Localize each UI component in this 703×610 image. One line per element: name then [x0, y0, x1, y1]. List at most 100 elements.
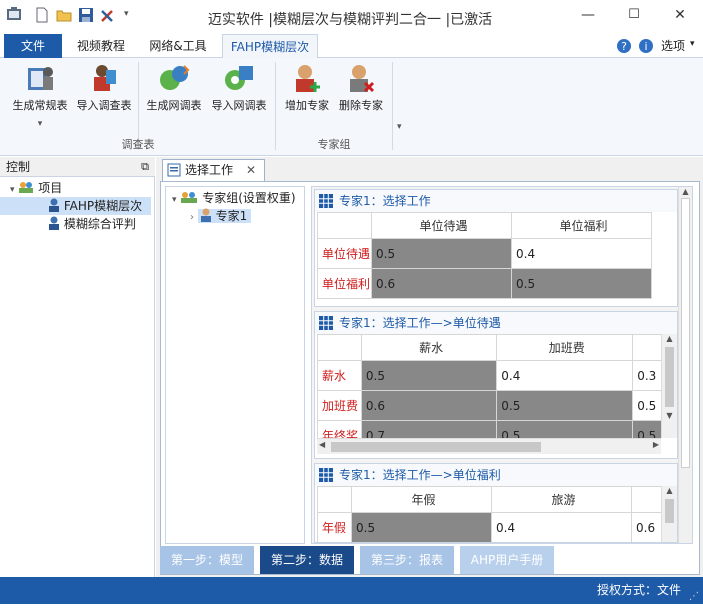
column-header: [632, 334, 663, 361]
matrix-viewport: 年假 旅游 年假 0.5 0.4 0.6: [317, 486, 663, 542]
collapse-icon[interactable]: ▾: [10, 185, 15, 195]
ahp-manual-button[interactable]: AHP用户手册: [460, 546, 554, 574]
tab-network-tools[interactable]: 网络&工具: [142, 34, 214, 58]
group-icon: [181, 192, 198, 203]
quick-access-dropdown-icon[interactable]: ▾: [124, 9, 129, 19]
document-area: 选择工作 ✕ ▾ 专家组(设置权重) › 专家1 专家1：选择工作 单位待遇 单…: [156, 157, 703, 577]
matrix-title-text: 专家1：选择工作—>单位待遇: [339, 316, 501, 330]
step-2-data-button[interactable]: 第二步：数据: [260, 546, 354, 574]
window-title: 迈实软件 |模糊层次与模糊评判二合一 |已激活: [207, 12, 493, 28]
matrix-cell[interactable]: 0.4: [496, 360, 634, 391]
license-status: 授权方式：文件: [596, 583, 681, 597]
vertical-scrollbar[interactable]: ▲ ▼: [661, 334, 677, 438]
matrix-cell[interactable]: 0.6: [371, 268, 512, 299]
open-folder-icon[interactable]: [56, 7, 72, 23]
ribbon-collapse-icon[interactable]: ▾: [397, 122, 402, 132]
matrix-title: 专家1：选择工作—>单位福利: [315, 464, 677, 486]
add-user-icon: [296, 65, 320, 92]
import-icon: [94, 65, 116, 91]
close-button[interactable]: ✕: [657, 0, 703, 30]
row-header: 年假: [317, 512, 352, 542]
table-row: 单位福利 0.6 0.5: [317, 268, 652, 299]
matrix-table: 年假 旅游 年假 0.5 0.4 0.6: [317, 486, 662, 542]
tab-file[interactable]: 文件: [4, 34, 62, 58]
matrix-cell[interactable]: 0.5: [351, 512, 492, 542]
svg-text:i: i: [644, 40, 647, 53]
collapse-icon[interactable]: ▾: [172, 195, 177, 205]
info-icon[interactable]: i: [638, 38, 654, 54]
matrix-cell[interactable]: 0.5: [632, 390, 663, 421]
person-icon: [49, 198, 59, 212]
group-label-survey: 调查表: [121, 138, 155, 151]
matrix-cell[interactable]: 0.5: [496, 420, 634, 438]
horizontal-scrollbar[interactable]: ◀ ▶: [317, 438, 661, 454]
expert-1-label: 专家1: [215, 209, 248, 223]
options-menu[interactable]: 选项: [658, 34, 688, 58]
matrix-table: 薪水 加班费 薪水 0.5 0.4 0.3 加班费 0.6 0.5 0.5 年终…: [317, 334, 663, 438]
table-corner: [317, 212, 372, 239]
import-web-form-button[interactable]: 导入网调表: [206, 62, 272, 118]
doc-tab-label: 选择工作: [185, 163, 234, 177]
tree-item-project-label: 项目: [38, 181, 63, 195]
remove-expert-button[interactable]: 删除专家: [334, 62, 388, 118]
row-header: 薪水: [317, 360, 362, 391]
tree-item-expert-group[interactable]: ▾ 专家组(设置权重): [166, 189, 304, 207]
form-icon: [28, 67, 53, 90]
generate-web-form-button[interactable]: 生成网调表: [142, 62, 206, 118]
tree-item-fahp[interactable]: FAHP模糊层次: [0, 197, 151, 215]
tree-item-expert-1[interactable]: › 专家1: [166, 207, 304, 225]
add-expert-label: 增加专家: [285, 99, 329, 112]
matrix-title-text: 专家1：选择工作—>单位福利: [339, 468, 501, 482]
web-import-icon: [225, 66, 253, 90]
import-survey-label: 导入调查表: [76, 99, 132, 112]
step-1-model-button[interactable]: 第一步：模型: [160, 546, 254, 574]
app-icon[interactable]: [6, 6, 22, 22]
tree-item-fuzzy-eval[interactable]: 模糊综合评判: [0, 215, 155, 233]
doc-tab-select-job[interactable]: 选择工作 ✕: [162, 159, 265, 181]
column-header: 单位待遇: [371, 212, 512, 239]
matrix-cell[interactable]: 0.5: [511, 268, 652, 299]
matrix-cell[interactable]: 0.3: [632, 360, 663, 391]
matrix-cell[interactable]: 0.5: [360, 360, 498, 391]
minimize-button[interactable]: —: [565, 0, 611, 30]
matrix-cell[interactable]: 0.6: [360, 390, 498, 421]
table-row: 单位待遇 0.5 0.4: [317, 238, 652, 269]
control-panel-header: 控制 ⧉: [0, 157, 155, 177]
matrix-section-2: 专家1：选择工作—>单位待遇 薪水 加班费 薪水 0.5 0.4 0.3 加班费…: [314, 311, 678, 459]
matrix-cell[interactable]: 0.4: [511, 238, 652, 269]
step-bar: 第一步：模型 第二步：数据 第三步：报表 AHP用户手册: [156, 542, 703, 576]
matrix-cell[interactable]: 0.5: [496, 390, 634, 421]
matrix-cell[interactable]: 0.7: [360, 420, 498, 438]
help-icon[interactable]: ?: [616, 38, 632, 54]
matrix-cell[interactable]: 0.5: [632, 420, 663, 438]
options-dropdown-icon[interactable]: ▾: [690, 39, 695, 49]
tab-close-icon[interactable]: ✕: [246, 160, 256, 180]
tab-fahp[interactable]: FAHP模糊层次: [222, 34, 318, 59]
add-expert-button[interactable]: 增加专家: [280, 62, 334, 118]
tab-video-tutorial[interactable]: 视频教程: [70, 34, 132, 58]
resize-grip-icon[interactable]: ⋰: [689, 583, 699, 610]
maximize-button[interactable]: ☐: [611, 0, 657, 30]
vertical-scrollbar[interactable]: ▲: [661, 486, 677, 542]
web-form-icon: [160, 65, 190, 90]
step-3-report-button[interactable]: 第三步：报表: [360, 546, 454, 574]
save-icon[interactable]: [78, 7, 94, 23]
table-row: 年假 0.5 0.4 0.6: [317, 512, 662, 542]
tree-item-project[interactable]: ▾ 项目: [0, 179, 155, 197]
row-header: 加班费: [317, 390, 362, 421]
matrix-cell[interactable]: 0.4: [491, 512, 632, 542]
project-tree: ▾ 项目 FAHP模糊层次 模糊综合评判: [0, 179, 155, 233]
expand-icon[interactable]: ›: [190, 212, 194, 223]
generate-form-button[interactable]: 生成常规表 ▾: [6, 62, 74, 129]
outer-vertical-scrollbar[interactable]: ▲: [678, 187, 692, 543]
matrix-cell[interactable]: 0.6: [631, 512, 662, 542]
generate-form-dropdown-icon[interactable]: ▾: [6, 119, 74, 129]
tools-icon[interactable]: [100, 7, 116, 23]
matrix-cell[interactable]: 0.5: [371, 238, 512, 269]
import-web-form-label: 导入网调表: [211, 99, 267, 112]
column-header: 旅游: [491, 486, 632, 513]
matrix-section-1: 专家1：选择工作 单位待遇 单位福利 单位待遇 0.5 0.4 单位福利 0.6…: [314, 189, 678, 307]
new-file-icon[interactable]: [34, 7, 50, 23]
pin-icon[interactable]: ⧉: [141, 157, 149, 177]
import-survey-button[interactable]: 导入调查表: [74, 62, 134, 118]
